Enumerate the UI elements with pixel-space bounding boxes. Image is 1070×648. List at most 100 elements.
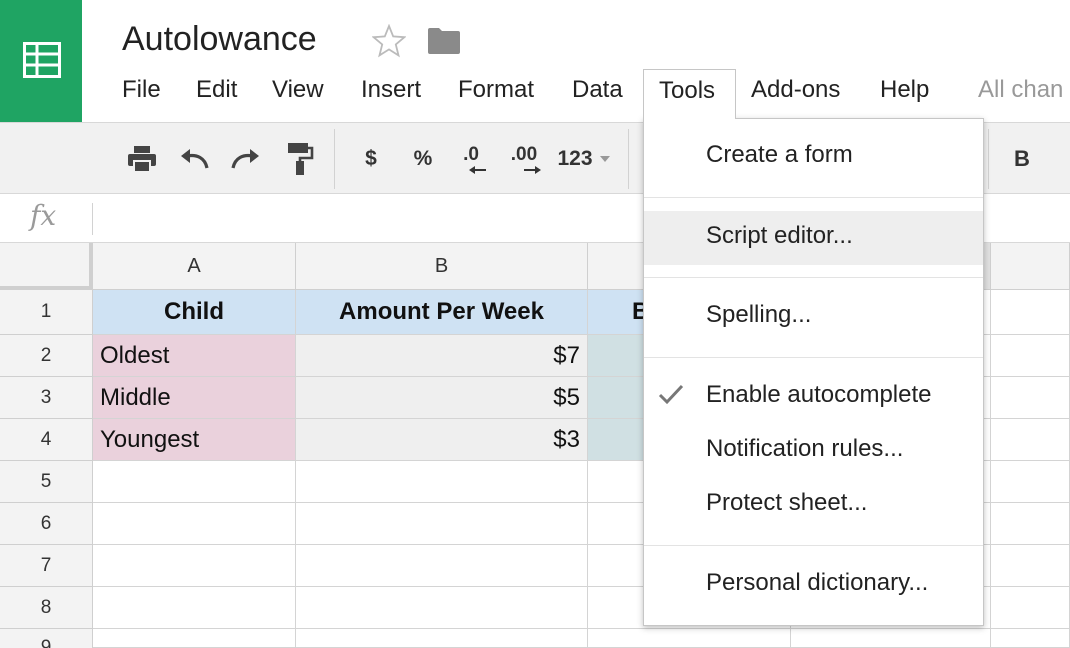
- column-header-b[interactable]: B: [296, 243, 588, 290]
- row-header-6[interactable]: 6: [0, 503, 93, 545]
- increase-decimal-button[interactable]: .00: [506, 139, 542, 179]
- select-all-corner[interactable]: [0, 243, 93, 290]
- menu-item-create-form[interactable]: Create a form: [644, 141, 983, 177]
- menu-addons[interactable]: Add-ons: [751, 76, 840, 104]
- more-formats-label: 123: [557, 147, 593, 170]
- menu-edit[interactable]: Edit: [196, 76, 237, 104]
- menu-item-label: Create a form: [706, 141, 853, 168]
- star-icon[interactable]: [372, 24, 406, 58]
- row-header-9[interactable]: 9: [0, 629, 93, 648]
- cell-a9[interactable]: [93, 629, 296, 648]
- menu-item-label: Spelling...: [706, 301, 812, 328]
- cell-e5[interactable]: [991, 461, 1070, 503]
- cell-a8[interactable]: [93, 587, 296, 629]
- redo-button[interactable]: [230, 139, 262, 179]
- menu-item-label: Protect sheet...: [706, 489, 868, 516]
- menu-separator: [644, 357, 983, 358]
- cell-b5[interactable]: [296, 461, 588, 503]
- bold-button[interactable]: B: [1008, 139, 1036, 179]
- cell-b8[interactable]: [296, 587, 588, 629]
- tools-menu-dropdown: Create a form Script editor... Spelling.…: [643, 118, 984, 626]
- paint-format-icon: [288, 143, 314, 175]
- row-header-5[interactable]: 5: [0, 461, 93, 503]
- decrease-decimal-button[interactable]: .0: [456, 139, 486, 179]
- row-header-8[interactable]: 8: [0, 587, 93, 629]
- cell-a5[interactable]: [93, 461, 296, 503]
- print-icon: [128, 146, 156, 173]
- row-header-1[interactable]: 1: [0, 290, 93, 335]
- menu-insert[interactable]: Insert: [361, 76, 421, 104]
- fx-icon: fx: [30, 199, 57, 232]
- column-header-a[interactable]: A: [93, 243, 296, 290]
- cell-a6[interactable]: [93, 503, 296, 545]
- menu-help[interactable]: Help: [880, 76, 929, 104]
- cell-b9[interactable]: [296, 629, 588, 648]
- undo-button[interactable]: [178, 139, 210, 179]
- cell-a1[interactable]: Child: [93, 290, 296, 335]
- menu-item-enable-autocomplete[interactable]: Enable autocomplete: [644, 381, 983, 417]
- menu-item-protect-sheet[interactable]: Protect sheet...: [644, 489, 983, 525]
- menu-file[interactable]: File: [122, 76, 161, 104]
- toolbar-separator: [334, 129, 335, 189]
- menu-separator: [644, 277, 983, 278]
- menu-item-label: Notification rules...: [706, 435, 904, 462]
- redo-icon: [231, 149, 259, 169]
- undo-icon: [181, 149, 209, 169]
- percent-format-button[interactable]: %: [408, 139, 438, 179]
- formula-bar-separator: [92, 203, 93, 235]
- arrow-right-icon: [524, 166, 541, 174]
- menu-tools-label: Tools: [659, 77, 716, 104]
- cell-b6[interactable]: [296, 503, 588, 545]
- arrow-left-icon: [469, 166, 486, 174]
- row-header-4[interactable]: 4: [0, 419, 93, 461]
- menu-separator: [644, 545, 983, 546]
- cell-a3[interactable]: Middle: [93, 377, 296, 419]
- cell-c9[interactable]: [588, 629, 791, 648]
- dropdown-caret-icon: [599, 156, 610, 162]
- paint-format-button[interactable]: [284, 139, 316, 179]
- row-header-7[interactable]: 7: [0, 545, 93, 587]
- menu-item-script-editor[interactable]: Script editor...: [644, 211, 983, 265]
- menu-item-notification-rules[interactable]: Notification rules...: [644, 435, 983, 471]
- menu-format[interactable]: Format: [458, 76, 534, 104]
- decrease-decimal-label: .0: [463, 144, 479, 165]
- row-header-2[interactable]: 2: [0, 335, 93, 377]
- cell-e6[interactable]: [991, 503, 1070, 545]
- toolbar-separator: [628, 129, 629, 189]
- cell-d9[interactable]: [791, 629, 991, 648]
- cell-a4[interactable]: Youngest: [93, 419, 296, 461]
- menu-tools[interactable]: Tools: [643, 69, 736, 119]
- column-header-e[interactable]: [991, 243, 1070, 290]
- menu-view[interactable]: View: [272, 76, 324, 104]
- cell-b3[interactable]: $5: [296, 377, 588, 419]
- cell-e1[interactable]: [991, 290, 1070, 335]
- toolbar-separator: [988, 129, 989, 189]
- cell-e4[interactable]: [991, 419, 1070, 461]
- cell-e9[interactable]: [991, 629, 1070, 648]
- cell-e3[interactable]: [991, 377, 1070, 419]
- row-header-3[interactable]: 3: [0, 377, 93, 419]
- document-title[interactable]: Autolowance: [122, 20, 317, 59]
- menu-item-label: Script editor...: [706, 222, 853, 249]
- print-button[interactable]: [126, 139, 158, 179]
- cell-a2[interactable]: Oldest: [93, 335, 296, 377]
- folder-icon[interactable]: [428, 28, 460, 54]
- cell-e8[interactable]: [991, 587, 1070, 629]
- cell-b4[interactable]: $3: [296, 419, 588, 461]
- save-status[interactable]: All chan: [978, 76, 1063, 104]
- cell-e7[interactable]: [991, 545, 1070, 587]
- currency-format-button[interactable]: $: [358, 139, 384, 179]
- checkmark-icon: [658, 384, 684, 405]
- menu-item-personal-dictionary[interactable]: Personal dictionary...: [644, 569, 983, 605]
- sheets-logo[interactable]: [0, 0, 82, 122]
- increase-decimal-label: .00: [510, 144, 538, 165]
- cell-e2[interactable]: [991, 335, 1070, 377]
- cell-a7[interactable]: [93, 545, 296, 587]
- cell-b7[interactable]: [296, 545, 588, 587]
- menu-item-label: Enable autocomplete: [706, 381, 932, 408]
- menu-item-spelling[interactable]: Spelling...: [644, 301, 983, 337]
- cell-b1[interactable]: Amount Per Week: [296, 290, 588, 335]
- cell-b2[interactable]: $7: [296, 335, 588, 377]
- more-formats-button[interactable]: 123: [556, 139, 612, 179]
- menu-data[interactable]: Data: [572, 76, 623, 104]
